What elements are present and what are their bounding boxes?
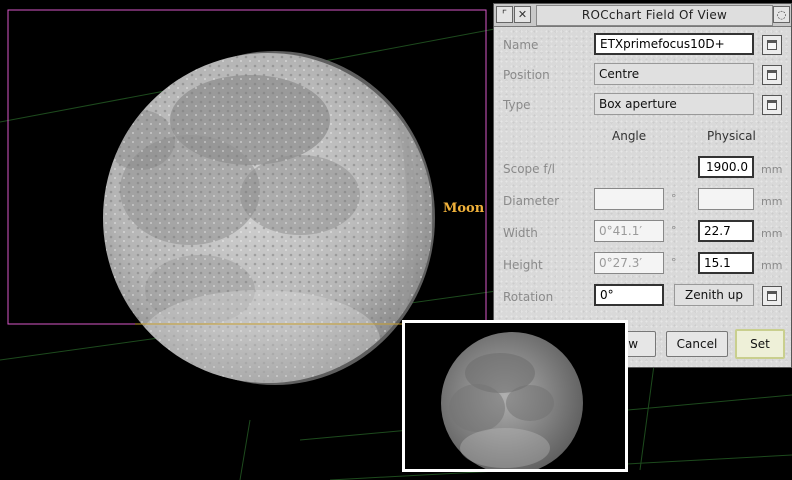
diameter-label: Diameter (503, 194, 560, 208)
back-icon[interactable]: ⌜ (496, 6, 513, 23)
physical-header: Physical (707, 129, 756, 143)
close-icon[interactable]: ✕ (514, 6, 531, 23)
diameter-mm-unit: mm (761, 195, 783, 208)
type-label: Type (503, 98, 531, 112)
diameter-degree-unit: ° (671, 192, 677, 205)
type-field: Box aperture (594, 93, 754, 115)
fov-dialog: ⌜ ✕ ROCchart Field Of View ◌ Name ETXpri… (493, 3, 792, 368)
height-physical-field[interactable]: 15.1 (698, 252, 754, 274)
height-mm-unit: mm (761, 259, 783, 272)
width-label: Width (503, 226, 538, 240)
name-label: Name (503, 38, 539, 52)
position-label: Position (503, 68, 550, 82)
scope-fl-label: Scope f/l (503, 162, 555, 176)
position-menu-icon[interactable] (762, 65, 782, 85)
moon-label[interactable]: Moon (443, 201, 484, 216)
cancel-button[interactable]: Cancel (666, 331, 728, 357)
rotation-menu-icon[interactable] (762, 286, 782, 306)
height-angle-field[interactable]: 0°27.3′ (594, 252, 664, 274)
type-menu-icon[interactable] (762, 95, 782, 115)
height-degree-unit: ° (671, 256, 677, 269)
width-degree-unit: ° (671, 224, 677, 237)
name-menu-icon[interactable] (762, 35, 782, 55)
height-label: Height (503, 258, 543, 272)
window-title[interactable]: ROCchart Field Of View (536, 5, 773, 26)
scope-fl-unit: mm (761, 163, 783, 176)
rotation-mode-field: Zenith up (674, 284, 754, 306)
width-angle-field[interactable]: 0°41.1′ (594, 220, 664, 242)
diameter-angle-field[interactable] (594, 188, 664, 210)
toggle-size-icon[interactable]: ◌ (773, 6, 790, 23)
set-button[interactable]: Set (735, 329, 785, 359)
moon-photo (441, 332, 595, 469)
width-physical-field[interactable]: 22.7 (698, 220, 754, 242)
rotation-label: Rotation (503, 290, 554, 304)
name-field[interactable]: ETXprimefocus10D+ (594, 33, 754, 55)
scope-fl-field[interactable]: 1900.0 (698, 156, 754, 178)
moon-photo-inset (402, 320, 628, 472)
width-mm-unit: mm (761, 227, 783, 240)
rotation-field[interactable]: 0° (594, 284, 664, 306)
diameter-physical-field[interactable] (698, 188, 754, 210)
angle-header: Angle (612, 129, 647, 143)
title-bar[interactable]: ⌜ ✕ ROCchart Field Of View ◌ (494, 4, 791, 27)
position-field: Centre (594, 63, 754, 85)
